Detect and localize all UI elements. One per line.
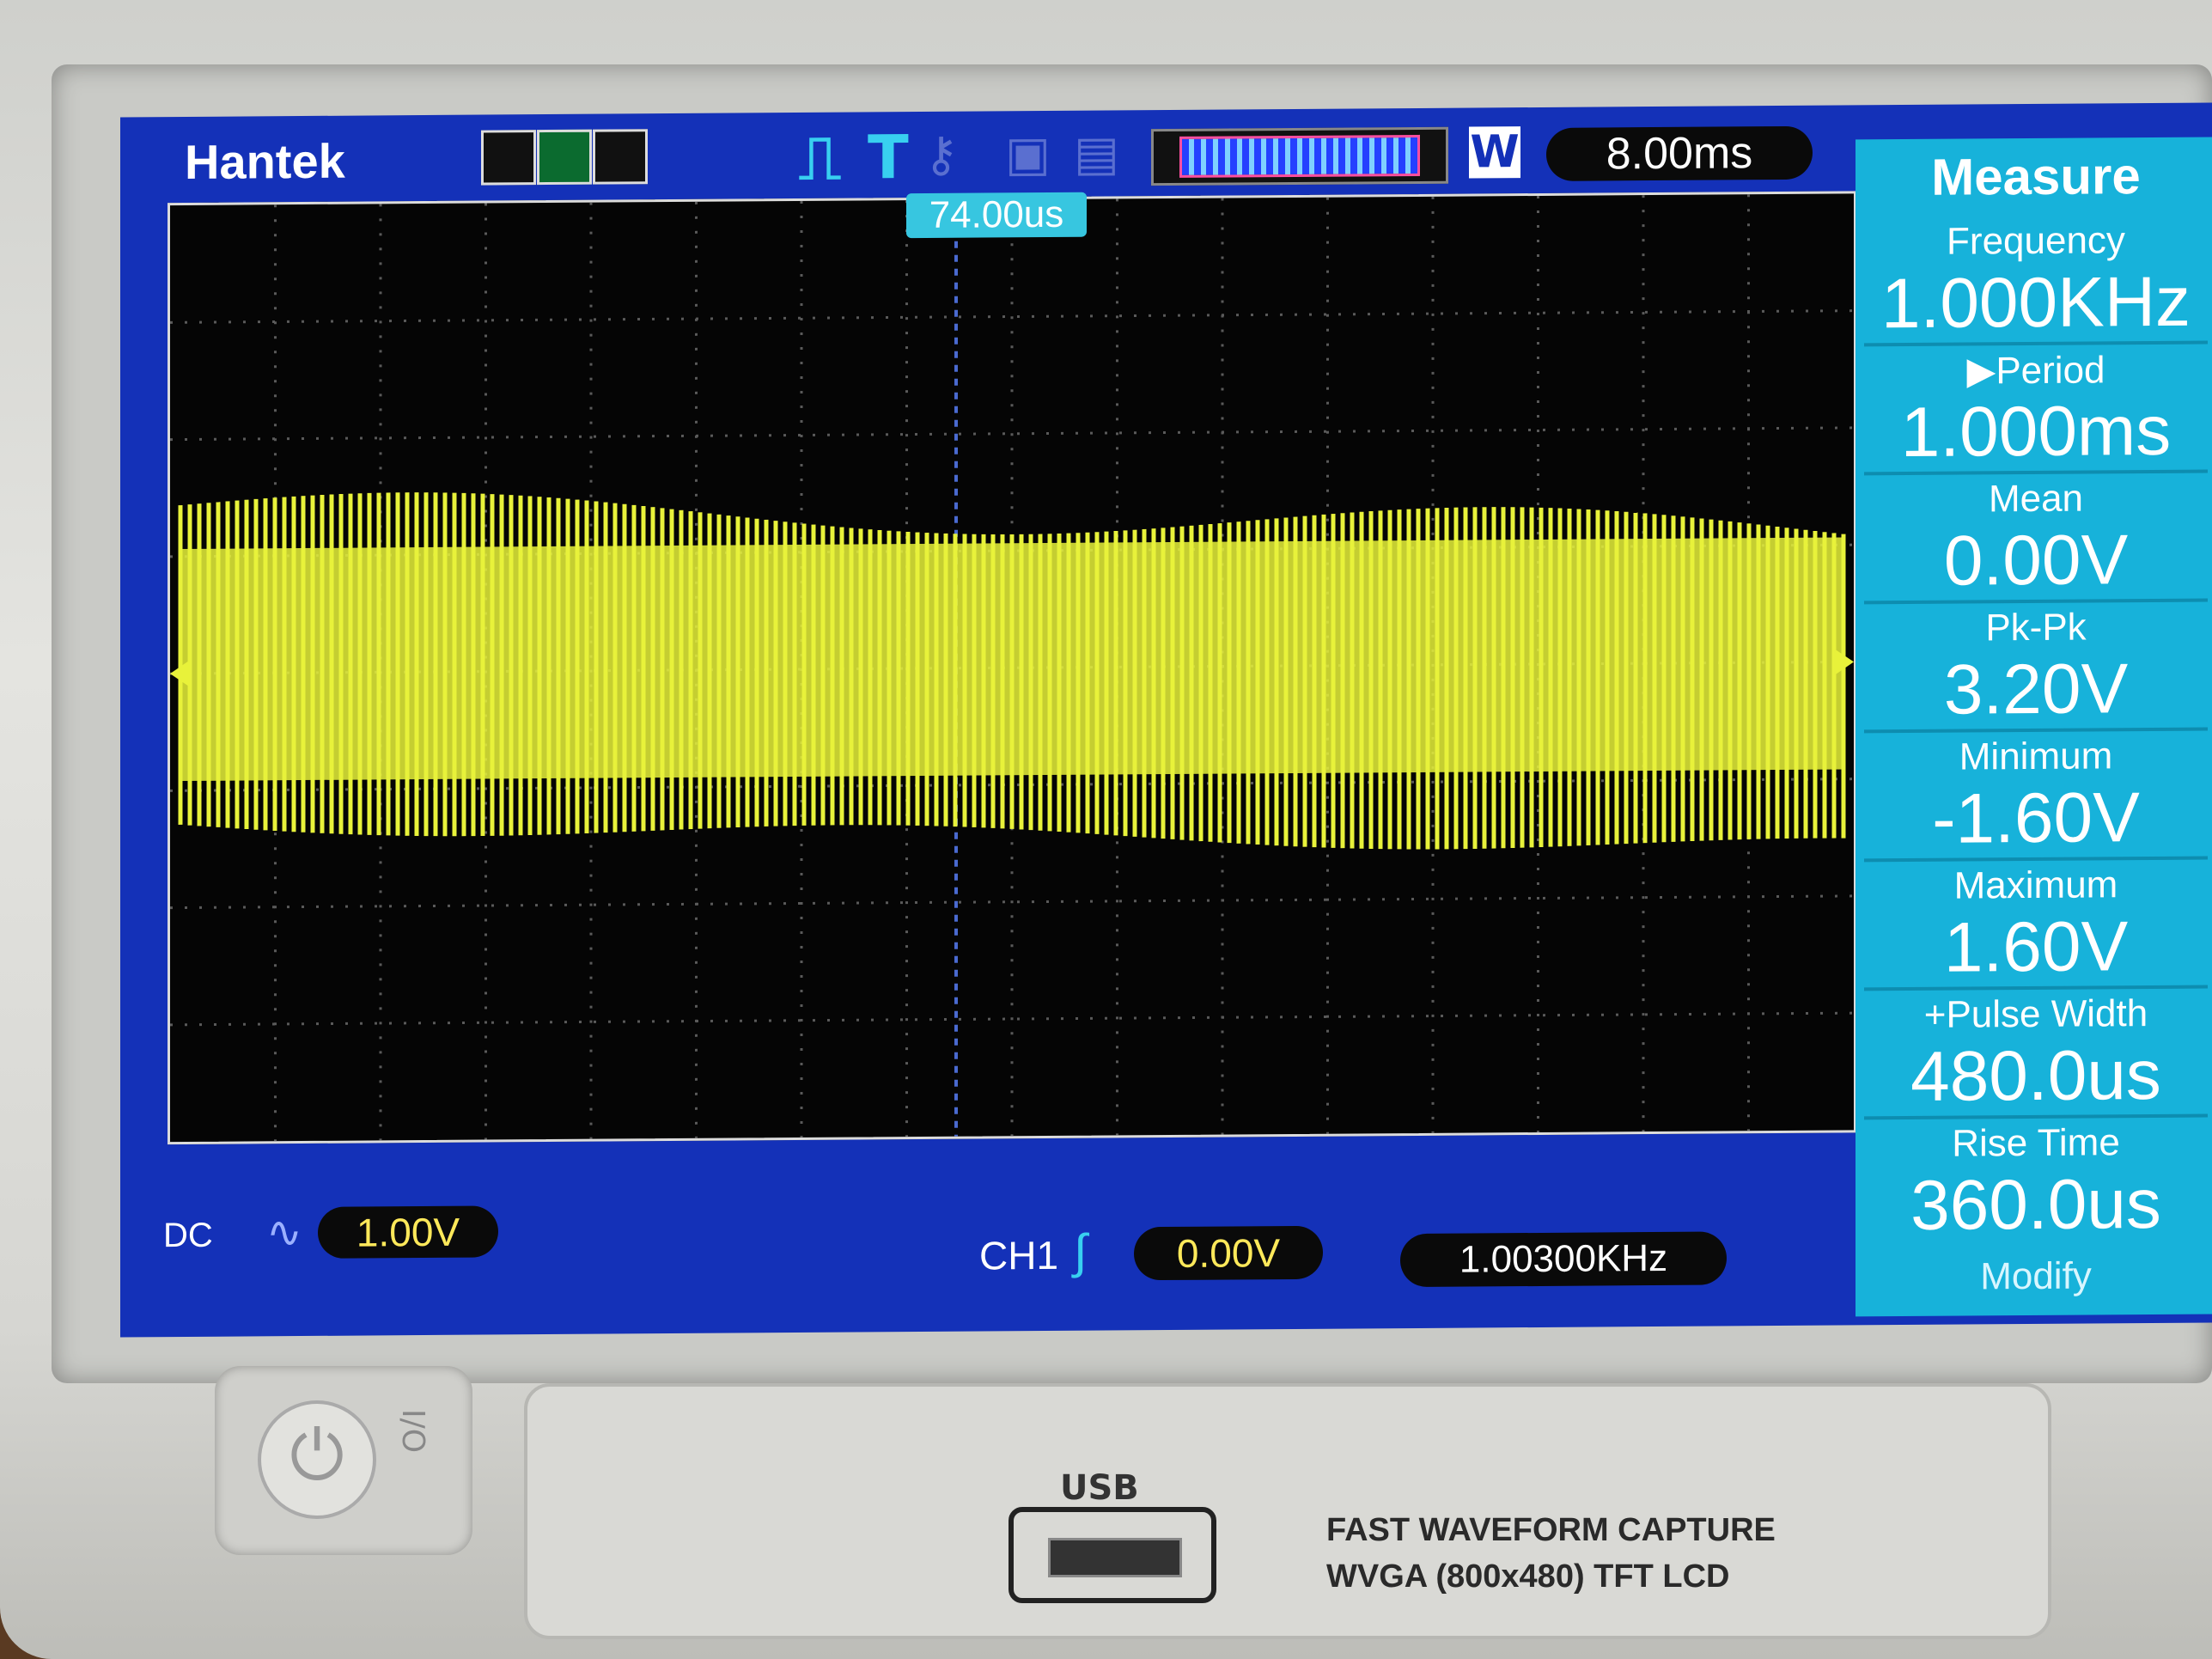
measure-label: Pk-Pk — [1985, 606, 2087, 650]
measure-label: Mean — [1988, 477, 2084, 521]
modify-button[interactable]: Modify — [1856, 1253, 2212, 1299]
trigger-position-readout: 74.00us — [906, 192, 1087, 239]
coupling-indicator: DC — [163, 1216, 213, 1255]
bandwidth-limit-icon: ∿ — [266, 1208, 302, 1257]
usb-port[interactable] — [1009, 1507, 1216, 1603]
brand-logo: Hantek — [185, 133, 345, 189]
measure-label: Frequency — [1947, 219, 2125, 263]
measure-value: -1.60V — [1932, 778, 2140, 858]
trigger-t-icon: T — [868, 122, 909, 193]
ch1-trace — [178, 492, 1846, 850]
display-mode-icon — [593, 129, 648, 185]
frequency-counter-readout: 1.00300KHz — [1400, 1231, 1727, 1288]
window-badge: W — [1469, 126, 1520, 179]
measure-value: 1.000ms — [1900, 391, 2172, 473]
measure-label: Rise Time — [1952, 1121, 2120, 1165]
pulse-trigger-icon: ⎍ — [799, 122, 841, 193]
measure-label: +Pulse Width — [1923, 992, 2148, 1036]
measure-value: 3.20V — [1943, 650, 2129, 729]
caption-line-2: WVGA (800x480) TFT LCD — [1326, 1558, 1730, 1595]
caption-line-1: FAST WAVEFORM CAPTURE — [1326, 1512, 1776, 1548]
volts-per-div-readout: 1.00V — [318, 1205, 498, 1259]
trigger-level-readout: 0.00V — [1134, 1225, 1323, 1281]
memory-position-bar[interactable] — [1151, 126, 1448, 186]
usb-label: USB — [1060, 1468, 1139, 1508]
power-button-housing: ⏻ I/O — [215, 1366, 472, 1555]
channel-label: CH1 — [979, 1232, 1059, 1278]
measure-label: ▶Period — [1966, 349, 2105, 393]
measure-value: 360.0us — [1910, 1164, 2161, 1245]
waveform-math-icon — [481, 130, 536, 186]
measure-value: 0.00V — [1943, 521, 2129, 601]
measure-value: 1.60V — [1943, 907, 2129, 987]
power-button[interactable]: ⏻ — [258, 1400, 376, 1519]
front-panel-caption: FAST WAVEFORM CAPTURE WVGA (800x480) TFT… — [1326, 1507, 1776, 1600]
cursor-line-icon — [537, 129, 592, 186]
front-panel: USB FAST WAVEFORM CAPTURE WVGA (800x480)… — [524, 1383, 2051, 1639]
save-disk-icon: ▣ — [1005, 125, 1051, 183]
key-lock-icon: ⚷ — [923, 126, 960, 183]
measure-value: 1.000KHz — [1880, 262, 2191, 344]
measure-label: Minimum — [1959, 735, 2113, 778]
oscilloscope-screen: Hantek ⎍ T ⚷ ▣ ▤ W 8.00ms 74.00us Measur… — [120, 102, 2212, 1338]
measure-value: 480.0us — [1910, 1035, 2161, 1116]
measure-title: Measure — [1931, 147, 2141, 206]
measure-label: Maximum — [1953, 863, 2118, 907]
timebase-readout: 8.00ms — [1546, 125, 1813, 181]
graticule-and-trace — [170, 194, 1854, 1142]
waveform-display[interactable] — [168, 191, 1856, 1145]
rising-edge-icon: ∫ — [1074, 1223, 1088, 1278]
power-symbol-label: I/O — [395, 1409, 430, 1454]
printer-icon: ▤ — [1074, 125, 1119, 182]
measure-panel: Measure Frequency 1.000KHz ▶Period 1.000ms M… — [1856, 137, 2212, 1317]
